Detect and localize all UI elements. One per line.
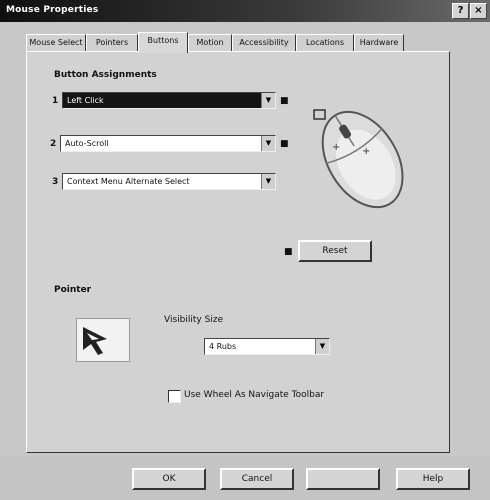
svg-text:+: + [362,146,370,157]
tab-motion[interactable]: Motion [188,34,232,52]
help-title-button[interactable]: ? [452,3,469,19]
connector-dot-icon: ■ [280,96,289,106]
ok-button[interactable]: OK [132,468,206,490]
button-assignments-label: Button Assignments [54,70,157,80]
button-3-value: Context Menu Alternate Select [67,177,190,186]
tab-pointers[interactable]: Pointers [86,34,138,52]
button-number-1: 1 [52,96,59,106]
help-button[interactable]: Help [396,468,470,490]
window-title: Mouse Properties [6,5,99,15]
mouse-illustration-icon: + + [313,109,404,209]
chevron-down-icon[interactable]: ▼ [261,174,275,189]
visibility-size-label: Visibility Size [164,315,224,325]
button-2-combo[interactable]: Auto-Scroll ▼ [60,135,276,152]
chevron-down-icon[interactable]: ▼ [261,93,275,108]
button-number-3: 3 [52,177,59,187]
navigate-toolbar-checkbox[interactable] [168,390,181,403]
pointer-size-value: 4 Rubs [209,342,237,351]
chevron-down-icon[interactable]: ▼ [315,339,329,354]
button-3-combo[interactable]: Context Menu Alternate Select ▼ [62,173,276,190]
svg-text:+: + [332,142,340,153]
pointer-arrow-icon [83,327,107,355]
button-1-combo[interactable]: Left Click ▼ [62,92,276,109]
pointer-group-label: Pointer [54,285,92,295]
chevron-down-icon[interactable]: ▼ [261,136,275,151]
pointer-size-combo[interactable]: 4 Rubs ▼ [204,338,330,355]
cancel-button[interactable]: Cancel [220,468,294,490]
pointer-preview [76,318,130,362]
connector-dot-icon: ■ [280,139,289,149]
tab-accessibility[interactable]: Accessibility [232,34,296,52]
reset-button[interactable]: Reset [298,240,372,262]
tab-locations[interactable]: Locations [296,34,354,52]
button-number-2: 2 [50,139,57,149]
apply-button[interactable] [306,468,380,490]
reset-indicator-dot-icon: ■ [284,247,293,257]
button-2-value: Auto-Scroll [65,139,109,148]
tab-mouse-select[interactable]: Mouse Select [26,34,86,52]
button-1-value: Left Click [67,96,104,105]
navigate-toolbar-checkbox-label: Use Wheel As Navigate Toolbar [184,390,325,400]
tab-hardware[interactable]: Hardware [354,34,404,52]
tab-buttons[interactable]: Buttons [138,32,188,53]
window-title-bar: Mouse Properties ? × [0,0,490,22]
close-title-button[interactable]: × [470,3,487,19]
